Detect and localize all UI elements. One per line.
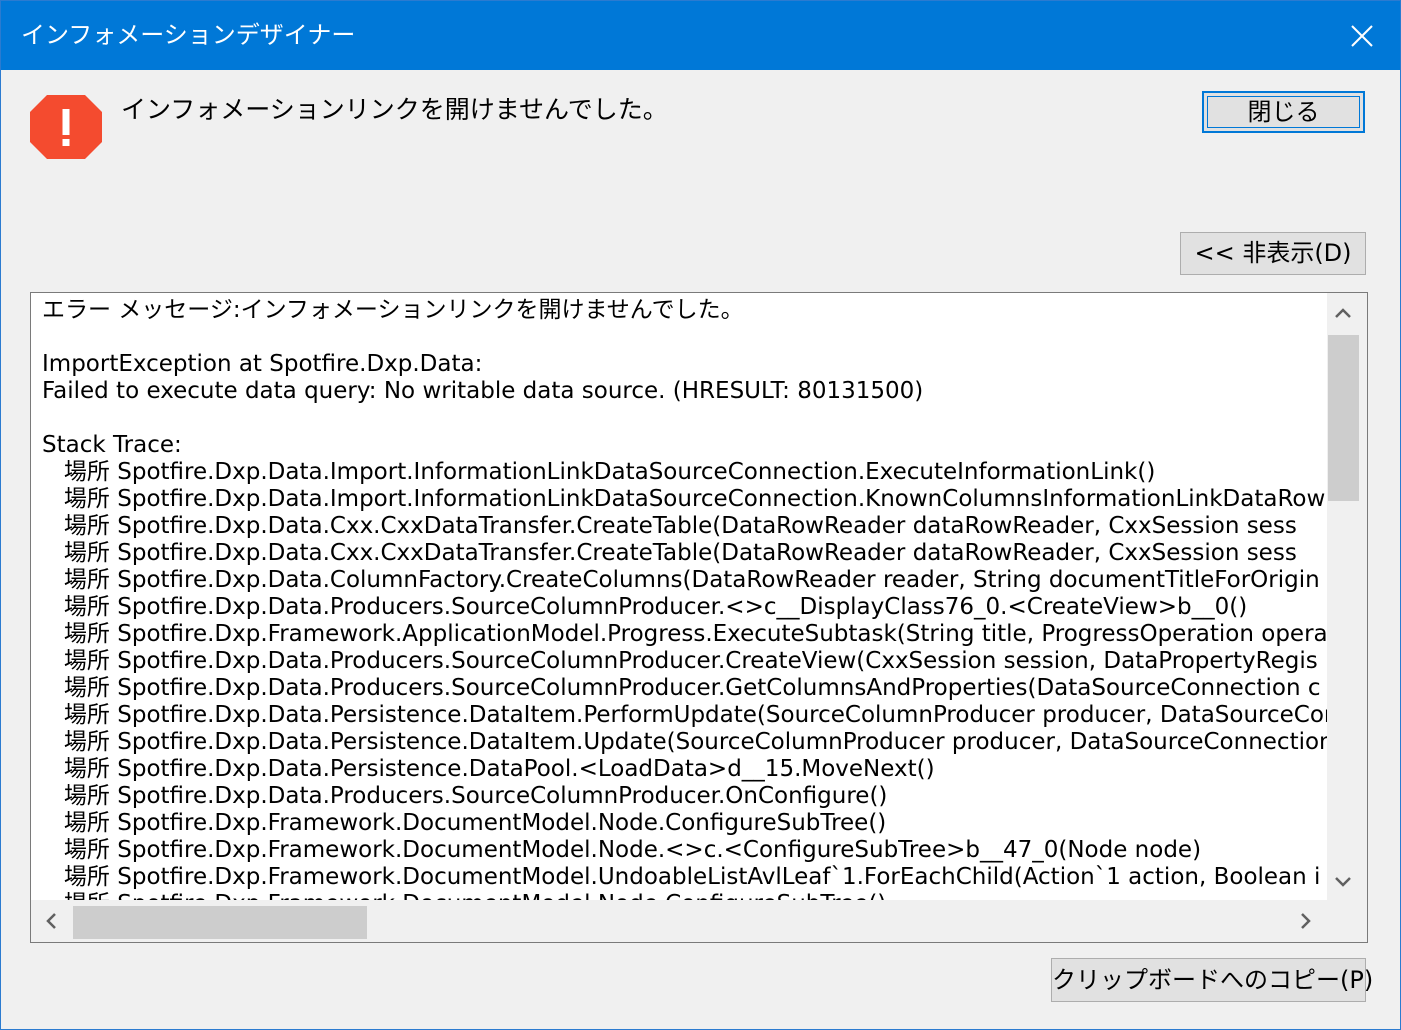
stack-trace-line: 場所 Spotfire.Dxp.Framework.DocumentModel.…	[42, 864, 1321, 890]
stack-trace-line: 場所 Spotfire.Dxp.Data.Cxx.CxxDataTransfer…	[42, 540, 1297, 566]
stack-trace-line: 場所 Spotfire.Dxp.Data.Import.InformationL…	[42, 459, 1156, 485]
chevron-right-icon[interactable]	[1301, 913, 1311, 929]
stack-trace-line: Failed to execute data query: No writabl…	[42, 378, 924, 404]
vertical-scrollbar[interactable]	[1327, 293, 1367, 900]
chevron-down-icon[interactable]	[1335, 877, 1351, 887]
stack-trace-line: 場所 Spotfire.Dxp.Data.ColumnFactory.Creat…	[42, 567, 1320, 593]
stack-trace-line: ImportException at Spotfire.Dxp.Data:	[42, 351, 483, 377]
details-panel[interactable]: エラー メッセージ:インフォメーションリンクを開けませんでした。 ImportEx…	[30, 292, 1368, 943]
details-text-area[interactable]: エラー メッセージ:インフォメーションリンクを開けませんでした。 ImportEx…	[31, 293, 1327, 900]
stack-trace-line: 場所 Spotfire.Dxp.Data.Producers.SourceCol…	[42, 594, 1248, 620]
close-icon[interactable]	[1324, 1, 1400, 70]
window-title: インフォメーションデザイナー	[21, 21, 356, 49]
vertical-scroll-thumb[interactable]	[1328, 335, 1359, 501]
title-bar[interactable]: インフォメーションデザイナー	[1, 1, 1400, 70]
copy-to-clipboard-button[interactable]: クリップボードへのコピー(P)	[1051, 958, 1373, 1002]
stack-trace-line: 場所 Spotfire.Dxp.Framework.DocumentModel.…	[42, 810, 887, 836]
horizontal-scroll-thumb[interactable]	[73, 906, 367, 939]
close-button[interactable]: 閉じる	[1202, 91, 1365, 133]
stack-trace-line: 場所 Spotfire.Dxp.Data.Producers.SourceCol…	[42, 675, 1321, 701]
stack-trace-line: 場所 Spotfire.Dxp.Data.Producers.SourceCol…	[42, 783, 888, 809]
stack-trace-line: 場所 Spotfire.Dxp.Data.Persistence.DataPoo…	[42, 756, 935, 782]
stack-trace-line: 場所 Spotfire.Dxp.Framework.ApplicationMod…	[42, 621, 1327, 647]
hide-details-button[interactable]: << 非表示(D)	[1180, 232, 1366, 275]
chevron-left-icon[interactable]	[46, 913, 56, 929]
stack-trace-line: 場所 Spotfire.Dxp.Data.Producers.SourceCol…	[42, 648, 1318, 674]
stack-trace-line: 場所 Spotfire.Dxp.Data.Persistence.DataIte…	[42, 729, 1327, 755]
stack-trace-line: 場所 Spotfire.Dxp.Data.Import.InformationL…	[42, 486, 1327, 512]
error-message: インフォメーションリンクを開けませんでした。	[121, 95, 668, 124]
stack-trace-line: 場所 Spotfire.Dxp.Data.Persistence.DataIte…	[42, 702, 1327, 728]
scrollbar-corner	[1327, 900, 1367, 942]
stack-trace-line: 場所 Spotfire.Dxp.Framework.DocumentModel.…	[42, 837, 1202, 863]
stack-trace-line: 場所 Spotfire.Dxp.Framework.DocumentModel.…	[42, 891, 886, 900]
stack-trace-line: Stack Trace:	[42, 432, 182, 458]
stack-trace-line: 場所 Spotfire.Dxp.Data.Cxx.CxxDataTransfer…	[42, 513, 1297, 539]
horizontal-scrollbar[interactable]	[31, 900, 1327, 942]
error-message-line: エラー メッセージ:インフォメーションリンクを開けませんでした。	[42, 297, 744, 323]
error-dialog-window: インフォメーションデザイナー インフォメーションリンクを開けませんでした。 閉じ…	[0, 0, 1401, 1030]
error-icon	[29, 94, 103, 164]
chevron-up-icon[interactable]	[1335, 308, 1351, 318]
